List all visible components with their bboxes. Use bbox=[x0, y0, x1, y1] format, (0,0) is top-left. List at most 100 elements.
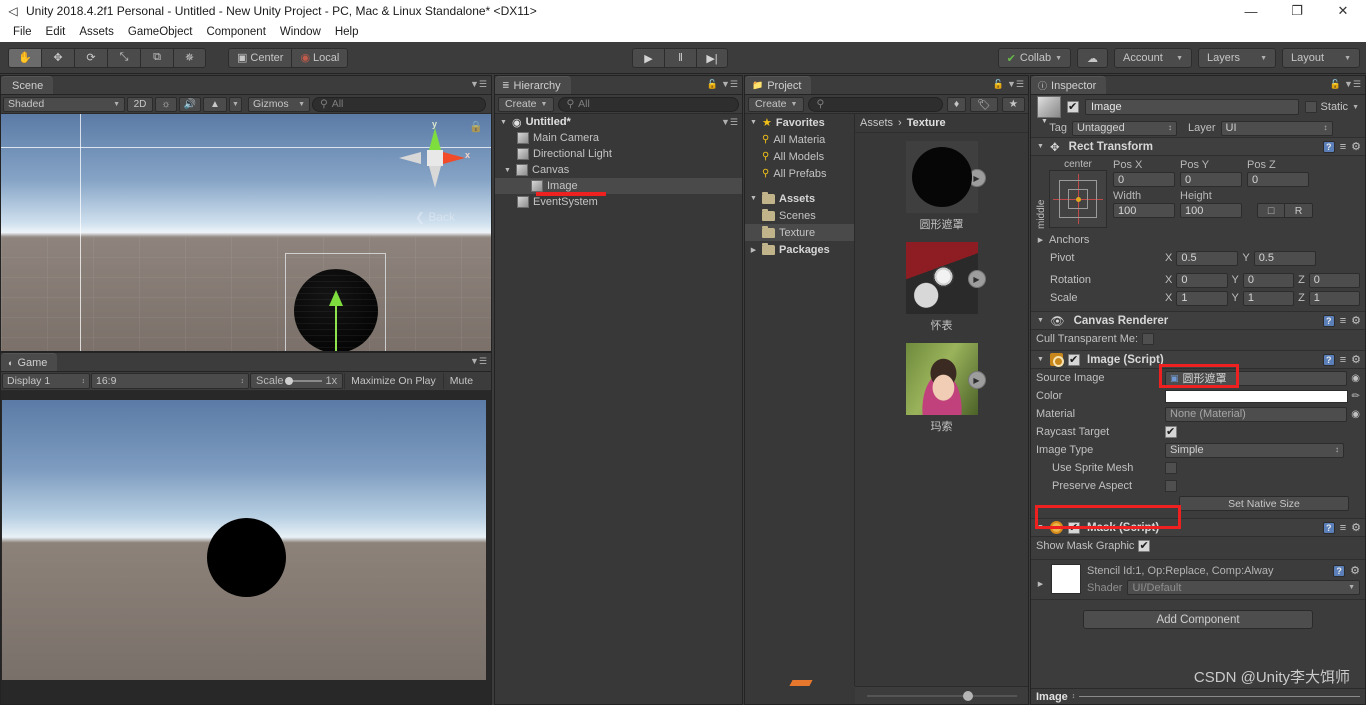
hierarchy-item-directional-light[interactable]: Directional Light bbox=[495, 146, 742, 162]
scene-2d-toggle[interactable]: 2D bbox=[127, 96, 153, 112]
project-tree-texture[interactable]: Texture bbox=[745, 224, 854, 241]
menu-edit[interactable]: Edit bbox=[39, 24, 73, 40]
layout-button[interactable]: Layout ▼ bbox=[1282, 48, 1360, 68]
game-mute-toggle[interactable]: Mute bbox=[442, 373, 479, 389]
hand-tool-icon[interactable]: ✋ bbox=[8, 47, 41, 68]
menu-assets[interactable]: Assets bbox=[72, 24, 121, 40]
pause-button[interactable]: ‖ bbox=[664, 48, 696, 68]
component-header-mask-script[interactable]: ▼ Mask (Script) ? ≡ ⚙ bbox=[1031, 518, 1365, 537]
mask-component-enabled-checkbox[interactable] bbox=[1068, 521, 1080, 534]
hierarchy-scene-root[interactable]: ▼ ◉ Untitled* ▼☰ bbox=[495, 114, 742, 130]
inspector-panel-menu[interactable]: 🔓 ▼☰ bbox=[1330, 79, 1361, 90]
project-create-button[interactable]: Create ▼ bbox=[748, 96, 805, 112]
height-input[interactable]: 100 bbox=[1180, 203, 1242, 218]
pivot-x-input[interactable]: 0.5 bbox=[1176, 250, 1239, 266]
help-icon[interactable]: ? bbox=[1322, 521, 1335, 534]
chevron-down-icon[interactable]: ▼ bbox=[1036, 143, 1045, 150]
scene-axis-y-arrow[interactable] bbox=[329, 290, 343, 306]
project-tree-packages[interactable]: ▶ Packages bbox=[745, 241, 854, 258]
image-type-dropdown[interactable]: Simple ↕ bbox=[1165, 442, 1344, 458]
tab-project[interactable]: 📁 Project bbox=[745, 76, 812, 94]
project-tree-favorites[interactable]: ▼ ★ Favorites bbox=[745, 114, 854, 131]
help-icon[interactable]: ? bbox=[1322, 314, 1335, 327]
rect-tool-icon[interactable]: ⧉ bbox=[140, 47, 173, 68]
chevron-down-icon[interactable]: ▼ bbox=[1352, 104, 1359, 111]
hierarchy-scene-menu[interactable]: ▼☰ bbox=[721, 117, 738, 128]
asset-item-watch[interactable]: ▶ 怀表 bbox=[904, 242, 986, 333]
project-tree-all-materials[interactable]: ⚲ All Materia bbox=[745, 131, 854, 148]
chevron-down-icon[interactable]: ▼ bbox=[499, 119, 508, 126]
gizmo-x-cone[interactable] bbox=[443, 152, 465, 164]
pos-z-input[interactable]: 0 bbox=[1247, 172, 1309, 187]
raycast-target-checkbox[interactable] bbox=[1165, 425, 1177, 438]
transform-tool-icon[interactable]: ✵ bbox=[173, 47, 206, 68]
asset-thumbnail[interactable]: ▶ bbox=[905, 141, 986, 213]
component-header-canvas-renderer[interactable]: ▼ 👁 Canvas Renderer ? ≡ ⚙ bbox=[1031, 311, 1365, 330]
account-button[interactable]: Account ▼ bbox=[1114, 48, 1192, 68]
step-button[interactable]: ▶| bbox=[696, 48, 728, 68]
scene-viewport[interactable]: y x 🔒 ❮ Back bbox=[1, 114, 491, 351]
chevron-down-icon[interactable]: ▼ bbox=[1036, 524, 1045, 531]
component-header-rect-transform[interactable]: ▼ ✥ Rect Transform ? ≡ ⚙ bbox=[1031, 137, 1365, 156]
anchors-foldout[interactable]: ▶ Anchors bbox=[1031, 231, 1365, 249]
chevron-down-icon[interactable]: ▼ bbox=[749, 195, 758, 202]
anchor-preset-widget[interactable] bbox=[1049, 170, 1107, 228]
game-panel-menu[interactable]: ▼☰ bbox=[470, 356, 487, 367]
shader-dropdown[interactable]: UI/Default ▼ bbox=[1127, 580, 1360, 595]
move-tool-icon[interactable]: ✥ bbox=[41, 47, 74, 68]
cull-transparent-checkbox[interactable] bbox=[1142, 333, 1155, 345]
asset-item-circle-mask[interactable]: ▶ 圆形遮罩 bbox=[904, 141, 986, 232]
lock-icon[interactable]: 🔓 bbox=[993, 79, 1004, 90]
play-button[interactable]: ▶ bbox=[632, 48, 664, 68]
game-scale-knob[interactable] bbox=[284, 377, 293, 385]
width-input[interactable]: 100 bbox=[1113, 203, 1175, 218]
scene-fx-icon[interactable]: ▲ bbox=[203, 96, 227, 112]
asset-thumbnail[interactable]: ▶ bbox=[905, 343, 986, 415]
menu-window[interactable]: Window bbox=[273, 24, 328, 40]
gear-icon[interactable]: ⚙ bbox=[1351, 521, 1361, 534]
scene-lock-icon[interactable]: 🔒 bbox=[469, 120, 483, 133]
lock-icon[interactable]: 🔓 bbox=[1330, 79, 1341, 90]
preset-icon[interactable]: ≡ bbox=[1340, 522, 1346, 534]
scene-search-input[interactable]: ⚲ All bbox=[312, 96, 486, 112]
set-native-size-button[interactable]: Set Native Size bbox=[1179, 496, 1349, 511]
gizmo-y-cone[interactable] bbox=[429, 128, 441, 150]
project-zoom-knob[interactable] bbox=[962, 690, 973, 701]
scene-orientation-gizmo[interactable]: y x bbox=[399, 119, 471, 194]
chevron-down-icon[interactable]: ▼ bbox=[503, 167, 512, 174]
game-scale-slider[interactable]: Scale 1x bbox=[250, 373, 344, 389]
rotation-y-input[interactable]: 0 bbox=[1242, 272, 1295, 288]
gear-icon[interactable]: ⚙ bbox=[1351, 353, 1361, 366]
minimize-button[interactable]: — bbox=[1228, 0, 1274, 22]
close-button[interactable]: ✕ bbox=[1320, 0, 1366, 22]
chevron-right-icon[interactable]: ▶ bbox=[1036, 236, 1045, 244]
tab-scene[interactable]: Scene bbox=[1, 76, 54, 94]
gizmo-negative-y-cone[interactable] bbox=[429, 166, 441, 188]
rotation-x-input[interactable]: 0 bbox=[1176, 272, 1228, 288]
project-tree-all-prefabs[interactable]: ⚲ All Prefabs bbox=[745, 165, 854, 182]
gizmo-negative-x-cone[interactable] bbox=[399, 152, 421, 164]
help-icon[interactable]: ? bbox=[1322, 353, 1335, 366]
menu-component[interactable]: Component bbox=[199, 24, 272, 40]
tab-game[interactable]: ◐ Game bbox=[1, 353, 58, 371]
pivot-y-input[interactable]: 0.5 bbox=[1253, 250, 1316, 266]
scene-lighting-icon[interactable]: ☼ bbox=[155, 96, 177, 112]
pos-x-input[interactable]: 0 bbox=[1113, 172, 1175, 187]
eyedropper-icon[interactable]: ✏ bbox=[1352, 391, 1360, 402]
hierarchy-create-button[interactable]: Create ▼ bbox=[498, 96, 555, 112]
pos-y-input[interactable]: 0 bbox=[1180, 172, 1242, 187]
chevron-down-icon[interactable]: ▼ bbox=[749, 119, 758, 126]
gear-icon[interactable]: ⚙ bbox=[1350, 564, 1360, 577]
game-aspect-dropdown[interactable]: 16:9 ↕ bbox=[91, 373, 249, 389]
pivot-mode-button[interactable]: ▣ Center bbox=[228, 47, 292, 68]
hierarchy-panel-menu[interactable]: 🔓 ▼☰ bbox=[707, 79, 738, 90]
game-display-dropdown[interactable]: Display 1 ↕ bbox=[2, 373, 90, 389]
scene-gizmos-dropdown[interactable]: Gizmos ▼ bbox=[248, 96, 310, 112]
scale-tool-icon[interactable]: ⤡ bbox=[107, 47, 140, 68]
collab-button[interactable]: ✔ Collab ▼ bbox=[997, 48, 1071, 68]
hierarchy-search-input[interactable]: ⚲ All bbox=[558, 96, 739, 112]
menu-gameobject[interactable]: GameObject bbox=[121, 24, 200, 40]
object-name-input[interactable]: Image bbox=[1085, 99, 1299, 115]
scene-panel-menu[interactable]: ▼☰ bbox=[470, 79, 487, 90]
help-icon[interactable]: ? bbox=[1333, 564, 1346, 577]
